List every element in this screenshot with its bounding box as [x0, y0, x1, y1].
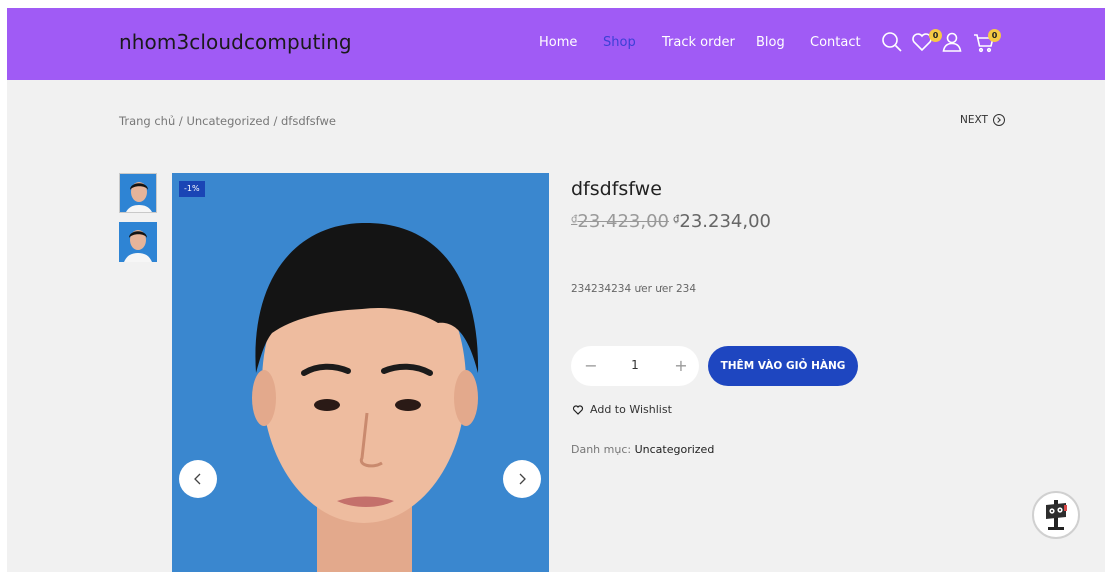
- page: nhom3cloudcomputing Home Shop Track orde…: [7, 8, 1105, 572]
- user-icon[interactable]: [940, 30, 964, 54]
- breadcrumb: Trang chủ / Uncategorized / dfsdfsfwe: [119, 114, 336, 128]
- sale-badge: -1%: [179, 181, 205, 197]
- sale-price: ₫23.234,00: [673, 211, 771, 232]
- regular-price: ₫23.423,00: [571, 211, 669, 232]
- robot-icon: [1046, 500, 1067, 530]
- heart-icon: [572, 404, 584, 415]
- gallery-prev-button[interactable]: [179, 460, 217, 498]
- portrait-illustration: [172, 173, 549, 572]
- site-header: nhom3cloudcomputing Home Shop Track orde…: [7, 8, 1105, 80]
- short-description: 234234234 ưer ưer 234: [571, 283, 697, 295]
- quantity-increase-button[interactable]: +: [671, 356, 691, 376]
- add-to-cart-button[interactable]: THÊM VÀO GIỎ HÀNG: [708, 346, 858, 386]
- site-logo[interactable]: nhom3cloudcomputing: [119, 30, 352, 54]
- gallery-thumbnail-1[interactable]: [119, 173, 157, 213]
- next-product-link[interactable]: NEXT: [960, 114, 1005, 126]
- nav-contact[interactable]: Contact: [810, 35, 861, 50]
- chevron-right-circle-icon: [992, 114, 1005, 126]
- wishlist-label: Add to Wishlist: [590, 403, 672, 416]
- chat-widget-button[interactable]: [1032, 491, 1080, 539]
- nav-home[interactable]: Home: [539, 35, 577, 50]
- next-label: NEXT: [960, 114, 988, 126]
- gallery-next-button[interactable]: [503, 460, 541, 498]
- product-title: dfsdfsfwe: [571, 178, 662, 200]
- breadcrumb-separator: /: [178, 114, 183, 128]
- chevron-left-icon: [194, 473, 201, 485]
- quantity-input[interactable]: 1: [615, 358, 655, 372]
- chevron-right-icon: [519, 473, 526, 485]
- product-main-image[interactable]: -1%: [172, 173, 549, 572]
- sale-price-amount: 23.234,00: [679, 211, 771, 232]
- cart-count-badge: 0: [988, 29, 1001, 42]
- search-icon[interactable]: [880, 30, 904, 54]
- gallery-thumbnail-2[interactable]: [119, 222, 157, 262]
- product-category: Danh mục: Uncategorized: [571, 443, 714, 456]
- nav-blog[interactable]: Blog: [756, 35, 785, 50]
- quantity-decrease-button[interactable]: −: [581, 356, 601, 376]
- quantity-stepper: − 1 +: [571, 346, 699, 386]
- breadcrumb-current: dfsdfsfwe: [280, 114, 336, 128]
- breadcrumb-home[interactable]: Trang chủ: [119, 114, 175, 128]
- add-to-wishlist-link[interactable]: Add to Wishlist: [572, 403, 672, 416]
- regular-price-amount: 23.423,00: [577, 211, 669, 232]
- nav-track-order[interactable]: Track order: [662, 35, 735, 50]
- nav-shop[interactable]: Shop: [603, 35, 636, 50]
- category-link[interactable]: Uncategorized: [635, 443, 715, 456]
- breadcrumb-category[interactable]: Uncategorized: [186, 114, 269, 128]
- breadcrumb-separator: /: [273, 114, 278, 128]
- category-label: Danh mục:: [571, 443, 632, 456]
